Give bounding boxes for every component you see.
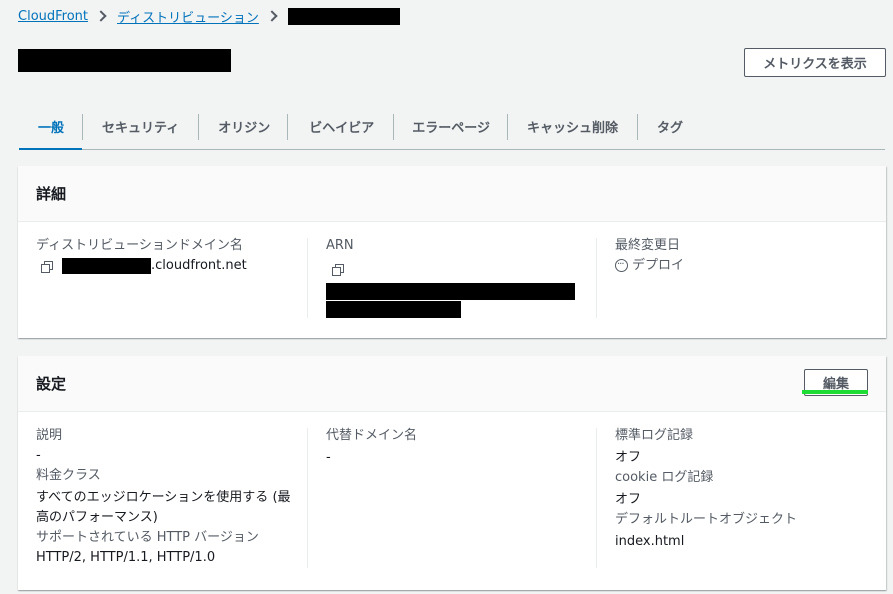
default-root-object-value: index.html [615, 534, 685, 549]
alt-domain-label: 代替ドメイン名 [326, 428, 418, 443]
column-divider [307, 238, 308, 318]
chevron-right-icon [266, 10, 278, 22]
price-class-label: 料金クラス [36, 468, 101, 483]
arn-redacted-line1 [326, 283, 575, 300]
copy-icon[interactable] [332, 264, 344, 276]
http-version-label: サポートされている HTTP バージョン [36, 530, 259, 545]
tab-bar: 一般 セキュリティ オリジン ビヘイビア エラーページ キャッシュ削除 タグ [19, 104, 885, 150]
standard-logging-label: 標準ログ記録 [615, 428, 694, 443]
details-title: 詳細 [18, 166, 886, 222]
description-value: - [36, 448, 41, 463]
page-title-redacted [18, 49, 231, 72]
column-divider [596, 428, 597, 568]
arn-column: ARN [326, 236, 596, 318]
default-root-object-label: デフォルトルートオブジェクト [615, 512, 798, 527]
edit-highlight [802, 390, 868, 394]
price-class-value-line2: 高のパフォーマンス) [36, 510, 158, 525]
alt-domain-column: 代替ドメイン名 - [326, 426, 596, 468]
arn-label: ARN [326, 238, 354, 253]
standard-logging-value: オフ [615, 450, 642, 465]
settings-title: 設定 [36, 375, 67, 393]
cookie-logging-label: cookie ログ記録 [615, 470, 714, 485]
domain-label: ディストリビューションドメイン名 [36, 238, 243, 253]
settings-card: 設定 編集 説明 - 料金クラス すべてのエッジロケーションを使用する (最 高… [18, 356, 886, 590]
domain-value: .cloudfront.net [151, 258, 247, 273]
description-label: 説明 [36, 428, 63, 443]
tab-tags[interactable]: タグ [638, 104, 702, 149]
tab-origins[interactable]: オリジン [199, 104, 287, 149]
cookie-logging-value: オフ [615, 492, 642, 507]
column-divider [307, 428, 308, 568]
breadcrumb-cloudfront-link[interactable]: CloudFront [18, 9, 88, 24]
view-metrics-button[interactable]: メトリクスを表示 [744, 48, 886, 77]
description-column: 説明 - 料金クラス すべてのエッジロケーションを使用する (最 高のパフォーマ… [36, 426, 306, 568]
breadcrumb: CloudFront ディストリビューション [18, 6, 400, 26]
breadcrumb-redacted-id [287, 7, 400, 25]
settings-header: 設定 編集 [18, 356, 886, 412]
last-modified-label: 最終変更日 [615, 238, 681, 253]
domain-redacted [62, 258, 151, 274]
alt-domain-value: - [326, 450, 331, 465]
tab-general[interactable]: 一般 [19, 104, 83, 150]
last-modified-column: 最終変更日 デプロイ [615, 236, 865, 276]
breadcrumb-distributions-link[interactable]: ディストリビューション [117, 7, 259, 26]
column-divider [596, 238, 597, 318]
tab-error-pages[interactable]: エラーページ [394, 104, 507, 149]
in-progress-icon [615, 255, 628, 275]
tab-invalidations[interactable]: キャッシュ削除 [508, 104, 637, 149]
domain-column: ディストリビューションドメイン名 .cloudfront.net [36, 236, 306, 276]
tab-behaviors[interactable]: ビヘイビア [288, 104, 393, 149]
http-version-value: HTTP/2, HTTP/1.1, HTTP/1.0 [36, 550, 216, 565]
last-modified-value: デプロイ [632, 258, 685, 273]
copy-icon[interactable] [41, 260, 53, 273]
tab-security[interactable]: セキュリティ [83, 104, 198, 149]
chevron-right-icon [95, 10, 107, 22]
logging-column: 標準ログ記録 オフ cookie ログ記録 オフ デフォルトルートオブジェクト … [615, 426, 865, 552]
price-class-value-line1: すべてのエッジロケーションを使用する (最 [36, 490, 291, 505]
details-card: 詳細 ディストリビューションドメイン名 .cloudfront.net ARN … [18, 166, 886, 338]
arn-redacted-line2 [326, 301, 461, 318]
